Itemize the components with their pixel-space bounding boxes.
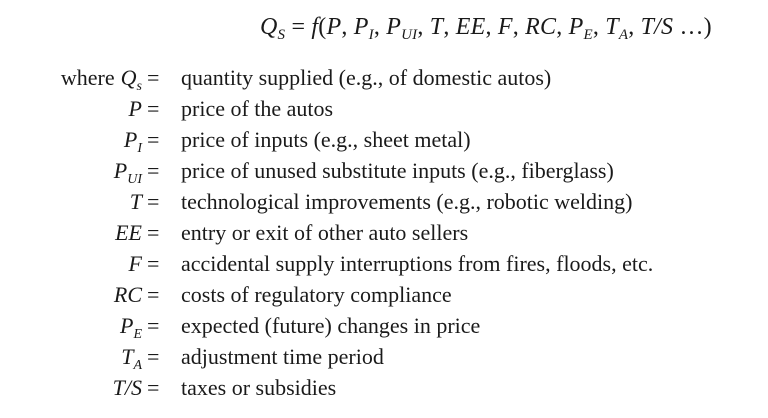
- definitions-list: where Qs = quantity supplied (e.g., of dome…: [0, 62, 768, 403]
- supply-function-equation: QS = f(P, PI, PUI, T, EE, F, RC, PE, TA,…: [260, 14, 712, 43]
- equation-argument-separator: ,: [512, 14, 526, 40]
- definition-symbol-group: PI: [123, 124, 142, 156]
- equation-argument: T: [429, 14, 444, 40]
- definition-equals-sign: =: [147, 251, 160, 276]
- definition-symbol-subscript: I: [137, 141, 142, 156]
- definition-description: price of the autos: [181, 96, 334, 121]
- equation-argument: P: [353, 14, 369, 40]
- equation-argument: T/S: [640, 14, 674, 40]
- equation-argument-separator: ,: [592, 14, 606, 40]
- definition-symbol-group: where Qs: [60, 62, 142, 94]
- definition-description: price of inputs (e.g., sheet metal): [181, 127, 471, 152]
- equation-equals: =: [285, 14, 312, 40]
- definition-symbol: P: [123, 127, 138, 152]
- definition-symbol: EE: [115, 220, 142, 245]
- definition-symbol: P: [113, 158, 128, 183]
- definition-equals-sign: =: [147, 220, 160, 245]
- definition-row: F = accidental supply interruptions from f…: [0, 248, 768, 279]
- equation-argument: P: [386, 14, 402, 40]
- definition-symbol: T: [129, 189, 142, 214]
- definition-equals-sign: =: [147, 96, 160, 121]
- definition-row: T = technological improvements (e.g., robo…: [0, 186, 768, 217]
- definition-equals-sign: =: [147, 189, 160, 214]
- definition-description: quantity supplied (e.g., of domestic aut…: [181, 65, 552, 90]
- definition-symbol: P: [119, 313, 134, 338]
- equation-argument-separator: ,: [556, 14, 569, 40]
- equation-argument: P: [568, 14, 584, 40]
- definition-row: where Qs = quantity supplied (e.g., of dome…: [0, 62, 768, 94]
- definition-symbol-group: P: [129, 93, 142, 124]
- equation-argument: F: [497, 14, 513, 40]
- equation-argument-separator: ,: [373, 14, 387, 40]
- definition-row: PUI = price of unused substitute inputs (e…: [0, 155, 768, 187]
- definition-symbol-subscript: E: [133, 327, 142, 342]
- definition-symbol-group: PE: [119, 310, 142, 342]
- definition-symbol-group: PUI: [113, 155, 142, 187]
- definition-description: entry or exit of other auto sellers: [181, 220, 469, 245]
- definition-row: RC = costs of regulatory compliance: [0, 279, 768, 310]
- where-label: where: [60, 65, 115, 90]
- definition-description: adjustment time period: [181, 344, 384, 369]
- definition-symbol-subscript: UI: [127, 172, 142, 187]
- equation-argument-subscript: UI: [401, 27, 418, 43]
- definition-equals-sign: =: [147, 127, 160, 152]
- definition-row: TA = adjustment time period: [0, 341, 768, 373]
- definition-description: technological improvements (e.g., roboti…: [181, 189, 633, 214]
- definition-symbol-group: RC: [114, 279, 142, 310]
- equation-close-paren: ): [703, 14, 712, 40]
- definition-equals-sign: =: [147, 375, 160, 400]
- equation-arguments: P, PI, PUI, T, EE, F, RC, PE, TA, T/S …: [326, 14, 704, 43]
- definition-symbol: T: [121, 344, 134, 369]
- definition-equals-sign: =: [147, 344, 160, 369]
- definition-equals-sign: =: [147, 282, 160, 307]
- equation-argument: T: [605, 14, 619, 40]
- equation-argument-separator: ,: [341, 14, 354, 40]
- definition-symbol-subscript: s: [136, 79, 142, 94]
- definition-description: costs of regulatory compliance: [181, 282, 452, 307]
- equation-argument-separator: ,: [417, 14, 430, 40]
- definition-row: PI = price of inputs (e.g., sheet metal): [0, 124, 768, 156]
- definition-symbol-group: EE: [115, 217, 142, 248]
- definition-symbol-group: T/S: [113, 372, 142, 403]
- definition-symbol-subscript: A: [133, 358, 142, 373]
- definition-symbol: RC: [113, 282, 142, 307]
- definition-symbol: T/S: [112, 375, 142, 400]
- definition-row: P = price of the autos: [0, 93, 768, 124]
- equation-argument-separator: ,: [443, 14, 456, 40]
- equation-argument-separator: ,: [485, 14, 498, 40]
- definition-symbol: P: [128, 96, 142, 121]
- definition-symbol: Q: [120, 65, 137, 90]
- equation-argument-separator: ,: [628, 14, 641, 40]
- definition-symbol-group: TA: [121, 341, 142, 373]
- definition-symbol-group: T: [130, 186, 142, 217]
- equation-argument: P: [326, 14, 342, 40]
- definition-description: taxes or subsidies: [181, 375, 337, 400]
- definition-equals-sign: =: [147, 158, 160, 183]
- definition-description: accidental supply interruptions from fir…: [181, 251, 654, 276]
- definition-description: expected (future) changes in price: [181, 313, 481, 338]
- definition-row: EE = entry or exit of other auto sellers: [0, 217, 768, 248]
- definition-symbol: F: [128, 251, 142, 276]
- definition-equals-sign: =: [147, 313, 160, 338]
- definition-row: T/S = taxes or subsidies: [0, 372, 768, 403]
- equation-lhs-symbol: Q: [260, 14, 278, 40]
- equation-argument-separator: …: [673, 14, 704, 40]
- equation-argument-subscript: A: [618, 27, 629, 43]
- definition-row: PE = expected (future) changes in price: [0, 310, 768, 342]
- definition-description: price of unused substitute inputs (e.g.,…: [181, 158, 614, 183]
- equation-argument: EE: [455, 14, 486, 40]
- definition-symbol-group: F: [129, 248, 142, 279]
- equation-argument-subscript: E: [583, 27, 593, 43]
- equation-argument: RC: [525, 14, 557, 40]
- definition-equals-sign: =: [147, 65, 160, 90]
